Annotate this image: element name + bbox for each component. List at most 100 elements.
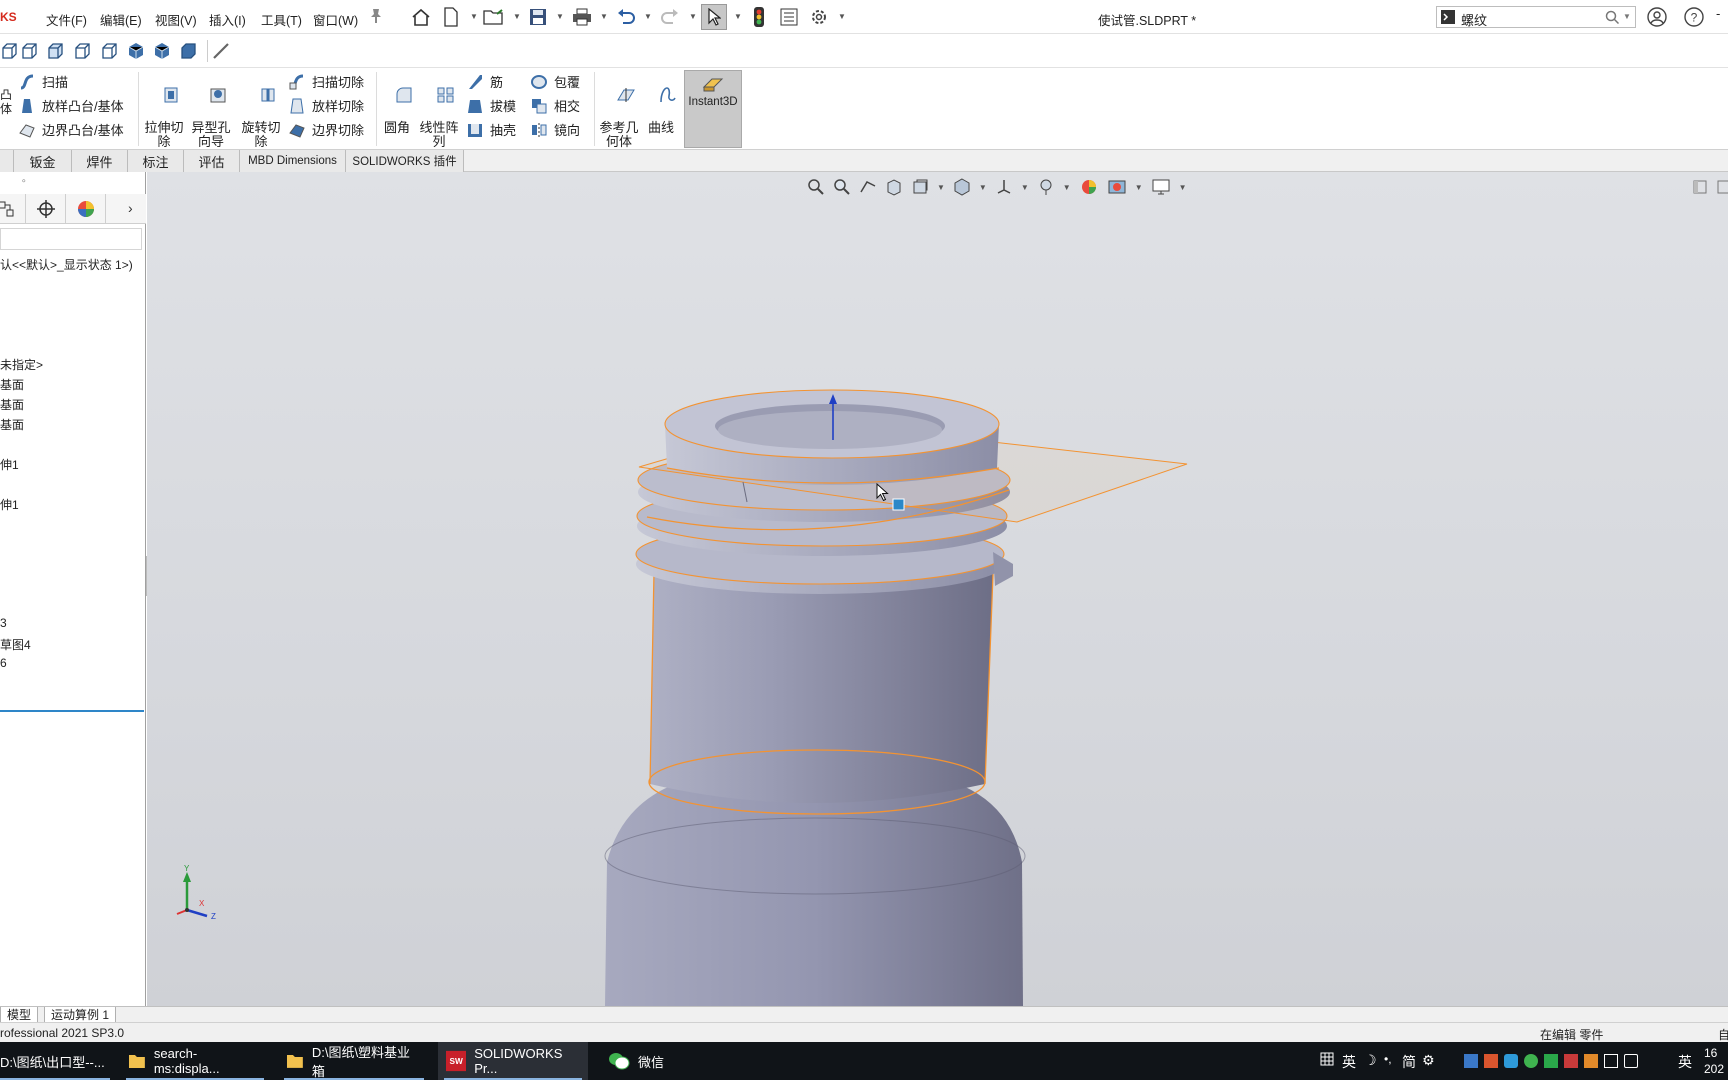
view-cube-icon[interactable]: [179, 42, 197, 60]
menu-insert[interactable]: 插入(I): [209, 10, 246, 29]
chevron-down-icon[interactable]: ▼: [644, 12, 652, 21]
tree-filter-input[interactable]: [0, 228, 142, 250]
shell-button[interactable]: 抽壳: [466, 120, 516, 139]
ime-language[interactable]: 英: [1342, 1052, 1356, 1072]
undo-icon[interactable]: [615, 6, 637, 28]
tab-markup[interactable]: 标注: [128, 150, 184, 172]
extrude-boss-button[interactable]: 凸 体: [0, 88, 12, 116]
taskbar-item-explorer-1[interactable]: D:\图纸\出口型--...: [0, 1042, 116, 1080]
config-manager-icon[interactable]: [0, 194, 26, 224]
tree-item-3[interactable]: 3: [0, 616, 7, 630]
crosshair-icon[interactable]: [26, 194, 66, 224]
pin-icon[interactable]: [369, 8, 383, 27]
loft-cut-button[interactable]: 放样切除: [288, 96, 364, 115]
view-cube-icon[interactable]: [100, 42, 118, 60]
tree-item-extrude-1[interactable]: 伸1: [0, 456, 19, 473]
ime-language-2[interactable]: 英: [1678, 1052, 1692, 1072]
redo-icon[interactable]: [659, 6, 681, 28]
taskbar-item-explorer-2[interactable]: D:\图纸\塑料基业箱: [278, 1042, 430, 1080]
sweep-cut-button[interactable]: 扫描切除: [288, 72, 364, 91]
tray-app-icon[interactable]: [1484, 1054, 1498, 1068]
view-cube-icon[interactable]: [0, 42, 18, 60]
ime-settings-icon[interactable]: ⚙: [1422, 1052, 1435, 1069]
intersect-button[interactable]: 相交: [530, 96, 580, 115]
tree-item-sketch-4[interactable]: 草图4: [0, 636, 31, 653]
view-cube-icon[interactable]: [127, 42, 145, 60]
chevron-down-icon[interactable]: ▼: [556, 12, 564, 21]
boundary-cut-button[interactable]: 边界切除: [288, 120, 364, 139]
panel-handle[interactable]: ⚬: [20, 176, 28, 187]
tray-app-icon[interactable]: [1584, 1054, 1598, 1068]
menu-window[interactable]: 窗口(W): [313, 10, 358, 29]
tree-item-material[interactable]: 未指定>: [0, 356, 43, 373]
model-view[interactable]: Y X Z: [147, 172, 1728, 1006]
menu-tools[interactable]: 工具(T): [261, 10, 302, 29]
view-cube-icon[interactable]: [46, 42, 64, 60]
sweep-button[interactable]: 扫描: [18, 72, 68, 91]
chevron-down-icon[interactable]: ▼: [1623, 12, 1631, 21]
punctuation-icon[interactable]: •,: [1384, 1052, 1392, 1066]
tree-item-top-plane[interactable]: 基面: [0, 396, 24, 413]
tree-item-extrude-2[interactable]: 伸1: [0, 496, 19, 513]
drag-handle[interactable]: [892, 498, 905, 511]
brush-icon[interactable]: [212, 42, 230, 60]
tab-solidworks-addins[interactable]: SOLIDWORKS 插件: [346, 150, 464, 172]
chevron-down-icon[interactable]: ▼: [689, 12, 697, 21]
save-icon[interactable]: [527, 6, 549, 28]
clock-date[interactable]: 202: [1704, 1062, 1724, 1076]
tree-item-front-plane[interactable]: 基面: [0, 376, 24, 393]
tab-sheet-metal[interactable]: 钣金: [14, 150, 72, 172]
open-folder-icon[interactable]: [483, 6, 505, 28]
network-icon[interactable]: [1604, 1054, 1618, 1068]
view-cube-icon[interactable]: [73, 42, 91, 60]
taskbar-item-solidworks[interactable]: SW SOLIDWORKS Pr...: [438, 1042, 588, 1080]
tray-app-icon[interactable]: [1504, 1054, 1518, 1068]
mirror-button[interactable]: 镜向: [530, 120, 580, 139]
taskbar-item-search[interactable]: search-ms:displa...: [120, 1042, 270, 1080]
tree-item-6[interactable]: 6: [0, 656, 7, 670]
appearance-icon[interactable]: [66, 194, 106, 224]
search-input[interactable]: 螺纹: [1461, 10, 1487, 29]
view-cube-icon[interactable]: [20, 42, 38, 60]
chevron-down-icon[interactable]: ▼: [470, 12, 478, 21]
view-cube-icon[interactable]: [153, 42, 171, 60]
chevron-down-icon[interactable]: ▼: [513, 12, 521, 21]
tree-config-item[interactable]: 认<<默认>_显示状态 1>): [0, 256, 133, 273]
tray-app-icon[interactable]: [1544, 1054, 1558, 1068]
more-icon[interactable]: -: [1716, 6, 1720, 21]
instant3d-button[interactable]: Instant3D: [684, 70, 742, 148]
tray-wechat-icon[interactable]: [1524, 1054, 1538, 1068]
select-cursor-icon[interactable]: [701, 4, 727, 30]
volume-icon[interactable]: [1624, 1054, 1638, 1068]
loft-boss-button[interactable]: 放样凸台/基体: [18, 96, 124, 115]
traffic-light-icon[interactable]: [748, 6, 770, 28]
moon-icon[interactable]: ☽: [1364, 1052, 1377, 1069]
file-properties-icon[interactable]: [778, 6, 800, 28]
gear-icon[interactable]: [808, 6, 830, 28]
boundary-boss-button[interactable]: 边界凸台/基体: [18, 120, 124, 139]
tab-mbd-dimensions[interactable]: MBD Dimensions: [240, 150, 346, 172]
chevron-down-icon[interactable]: ▼: [600, 12, 608, 21]
chevron-down-icon[interactable]: ▼: [838, 12, 846, 21]
rib-button[interactable]: 筋: [466, 72, 503, 91]
graphics-viewport[interactable]: ▼ ▼ ▼ ▼ ▼ ▼ Y X Z: [147, 172, 1728, 1006]
tab-weldments[interactable]: 焊件: [72, 150, 128, 172]
home-icon[interactable]: [410, 6, 432, 28]
tray-app-icon[interactable]: [1464, 1054, 1478, 1068]
menu-view[interactable]: 视图(V): [155, 10, 197, 29]
tree-item-right-plane[interactable]: 基面: [0, 416, 24, 433]
taskbar-item-wechat[interactable]: 微信: [600, 1042, 680, 1080]
tab-hidden[interactable]: [0, 150, 14, 172]
tray-app-icon[interactable]: [1564, 1054, 1578, 1068]
keyboard-grid-icon[interactable]: [1320, 1052, 1334, 1069]
print-icon[interactable]: [571, 6, 593, 28]
user-account-icon[interactable]: [1647, 7, 1667, 30]
chevron-right-icon[interactable]: ›: [128, 200, 133, 216]
search-box[interactable]: 螺纹 ▼: [1436, 6, 1636, 28]
search-icon[interactable]: [1605, 10, 1620, 27]
rollback-bar[interactable]: [0, 710, 144, 712]
wrap-button[interactable]: 包覆: [530, 72, 580, 91]
new-document-icon[interactable]: [440, 6, 462, 28]
tab-evaluate[interactable]: 评估: [184, 150, 240, 172]
chevron-down-icon[interactable]: ▼: [734, 12, 742, 21]
